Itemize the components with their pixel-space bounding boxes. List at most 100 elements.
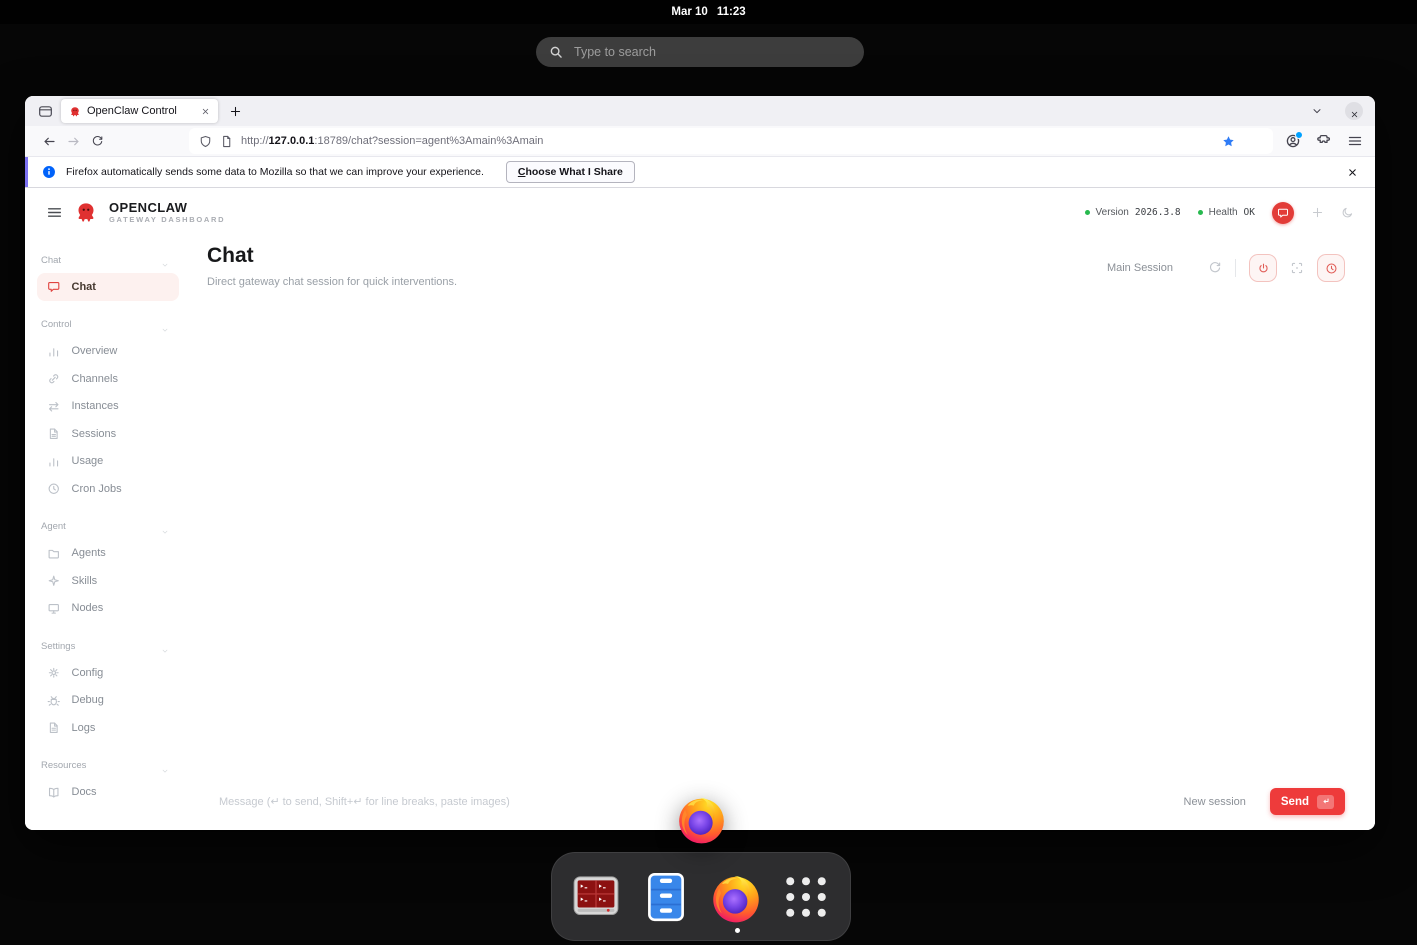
folder-icon [47, 547, 61, 561]
sidebar: Chat Chat Control Overview [25, 237, 195, 830]
url-bar[interactable]: http://127.0.0.1:18789/chat?session=agen… [189, 128, 1273, 154]
chevron-down-icon[interactable] [161, 762, 169, 770]
brand-name: OPENCLAW [109, 201, 225, 215]
info-icon [42, 165, 56, 179]
extensions-button[interactable] [1316, 133, 1332, 149]
sidebar-item-cron-jobs[interactable]: Cron Jobs [37, 475, 179, 503]
new-session-button[interactable]: New session [1178, 795, 1252, 809]
tab-openclaw-control[interactable]: OpenClaw Control [61, 99, 218, 123]
send-button[interactable]: Send [1270, 788, 1345, 815]
search-icon [549, 45, 563, 59]
health-value: OK [1244, 207, 1255, 218]
app-header: OPENCLAW GATEWAY DASHBOARD Version 2026.… [25, 188, 1375, 237]
sidebar-item-chat[interactable]: Chat [37, 273, 179, 301]
files-app-icon [638, 869, 694, 925]
forward-button[interactable] [61, 129, 85, 153]
openclaw-favicon-icon [69, 105, 81, 117]
status-dot-icon [1085, 210, 1090, 215]
close-icon [1350, 107, 1359, 116]
focus-button[interactable] [1290, 261, 1304, 275]
sidebar-item-skills[interactable]: Skills [37, 567, 179, 595]
firefox-view-button[interactable] [37, 104, 54, 119]
chat-bubble-button[interactable] [1272, 202, 1294, 224]
openclaw-logo-icon [74, 201, 98, 225]
tab-close-icon[interactable] [201, 107, 210, 116]
enter-icon [1321, 797, 1330, 806]
reload-button[interactable] [85, 129, 109, 153]
monitor-icon [47, 602, 61, 616]
dock-item-firefox[interactable] [708, 869, 764, 925]
plus-button[interactable] [1311, 206, 1324, 219]
clock-icon [1325, 262, 1338, 275]
chevron-down-icon[interactable] [161, 523, 169, 531]
new-tab-button[interactable] [229, 105, 242, 118]
refresh-button[interactable] [1208, 261, 1222, 275]
sidebar-item-debug[interactable]: Debug [37, 687, 179, 715]
sidebar-section-agent: Agent [37, 514, 179, 540]
health-indicator: Health OK [1198, 207, 1255, 218]
terminal-app-icon [568, 869, 624, 925]
firefox-running-dot [735, 928, 740, 933]
version-value: 2026.3.8 [1135, 207, 1181, 218]
dark-mode-button[interactable] [1341, 206, 1354, 219]
sidebar-item-sessions[interactable]: Sessions [37, 420, 179, 448]
data-notification-bar: Firefox automatically sends some data to… [25, 156, 1375, 188]
brand-subtitle: GATEWAY DASHBOARD [109, 216, 225, 224]
sidebar-item-usage[interactable]: Usage [37, 448, 179, 476]
bar-chart-icon [47, 455, 61, 469]
chevron-down-icon[interactable] [161, 642, 169, 650]
sidebar-item-instances[interactable]: Instances [37, 393, 179, 421]
account-button[interactable] [1285, 133, 1301, 149]
power-session-button[interactable] [1249, 254, 1277, 282]
shield-icon[interactable] [199, 135, 212, 148]
bookmark-star-icon[interactable] [1222, 135, 1235, 148]
sidebar-item-nodes[interactable]: Nodes [37, 595, 179, 623]
dock-item-terminal[interactable] [568, 869, 624, 925]
menu-button[interactable] [1347, 133, 1363, 149]
clock-date: Mar 10 [671, 6, 707, 18]
search-bar[interactable] [536, 37, 864, 67]
clock-time: 11:23 [717, 6, 746, 18]
sidebar-section-chat: Chat [37, 247, 179, 273]
sidebar-toggle-button[interactable] [46, 204, 63, 221]
sidebar-item-config[interactable]: Config [37, 659, 179, 687]
version-indicator: Version 2026.3.8 [1085, 207, 1181, 218]
chevron-down-icon[interactable] [161, 256, 169, 264]
back-button[interactable] [37, 129, 61, 153]
sidebar-item-agents[interactable]: Agents [37, 540, 179, 568]
dock-item-app-grid[interactable] [778, 869, 834, 925]
clock[interactable]: Mar 10 11:23 [671, 6, 745, 18]
sidebar-item-logs[interactable]: Logs [37, 714, 179, 742]
desktop: Mar 10 11:23 OpenClaw Control [0, 0, 1417, 945]
notification-close-icon[interactable] [1347, 167, 1358, 178]
history-button[interactable] [1317, 254, 1345, 282]
power-icon [1257, 262, 1270, 275]
file-text-icon [47, 721, 61, 735]
page-info-icon[interactable] [220, 135, 233, 148]
choose-what-i-share-button[interactable]: Choose What I Share [506, 161, 635, 183]
sidebar-section-control: Control [37, 312, 179, 338]
tab-bar: OpenClaw Control [25, 96, 1375, 126]
link-icon [47, 372, 61, 386]
search-input[interactable] [572, 44, 851, 60]
tab-list-chevron-icon[interactable] [1311, 105, 1323, 117]
arrows-swap-icon [47, 400, 61, 414]
sidebar-item-docs[interactable]: Docs [37, 779, 179, 807]
bug-icon [47, 694, 61, 708]
session-toolbar: Main Session [1107, 254, 1345, 282]
sidebar-item-overview[interactable]: Overview [37, 338, 179, 366]
tab-title: OpenClaw Control [87, 105, 195, 117]
window-close-button[interactable] [1345, 102, 1363, 120]
firefox-app-icon [708, 869, 764, 925]
notification-text: Firefox automatically sends some data to… [66, 166, 484, 178]
top-bar: Mar 10 11:23 [0, 0, 1417, 24]
app-grid-icon [778, 869, 834, 925]
sidebar-item-channels[interactable]: Channels [37, 365, 179, 393]
chat-icon [47, 280, 61, 294]
chevron-down-icon[interactable] [161, 321, 169, 329]
dock-item-files[interactable] [638, 869, 694, 925]
sidebar-section-settings: Settings [37, 633, 179, 659]
url-text: http://127.0.0.1:18789/chat?session=agen… [241, 135, 543, 147]
composer: New session Send [207, 788, 1345, 815]
session-name: Main Session [1107, 262, 1173, 274]
